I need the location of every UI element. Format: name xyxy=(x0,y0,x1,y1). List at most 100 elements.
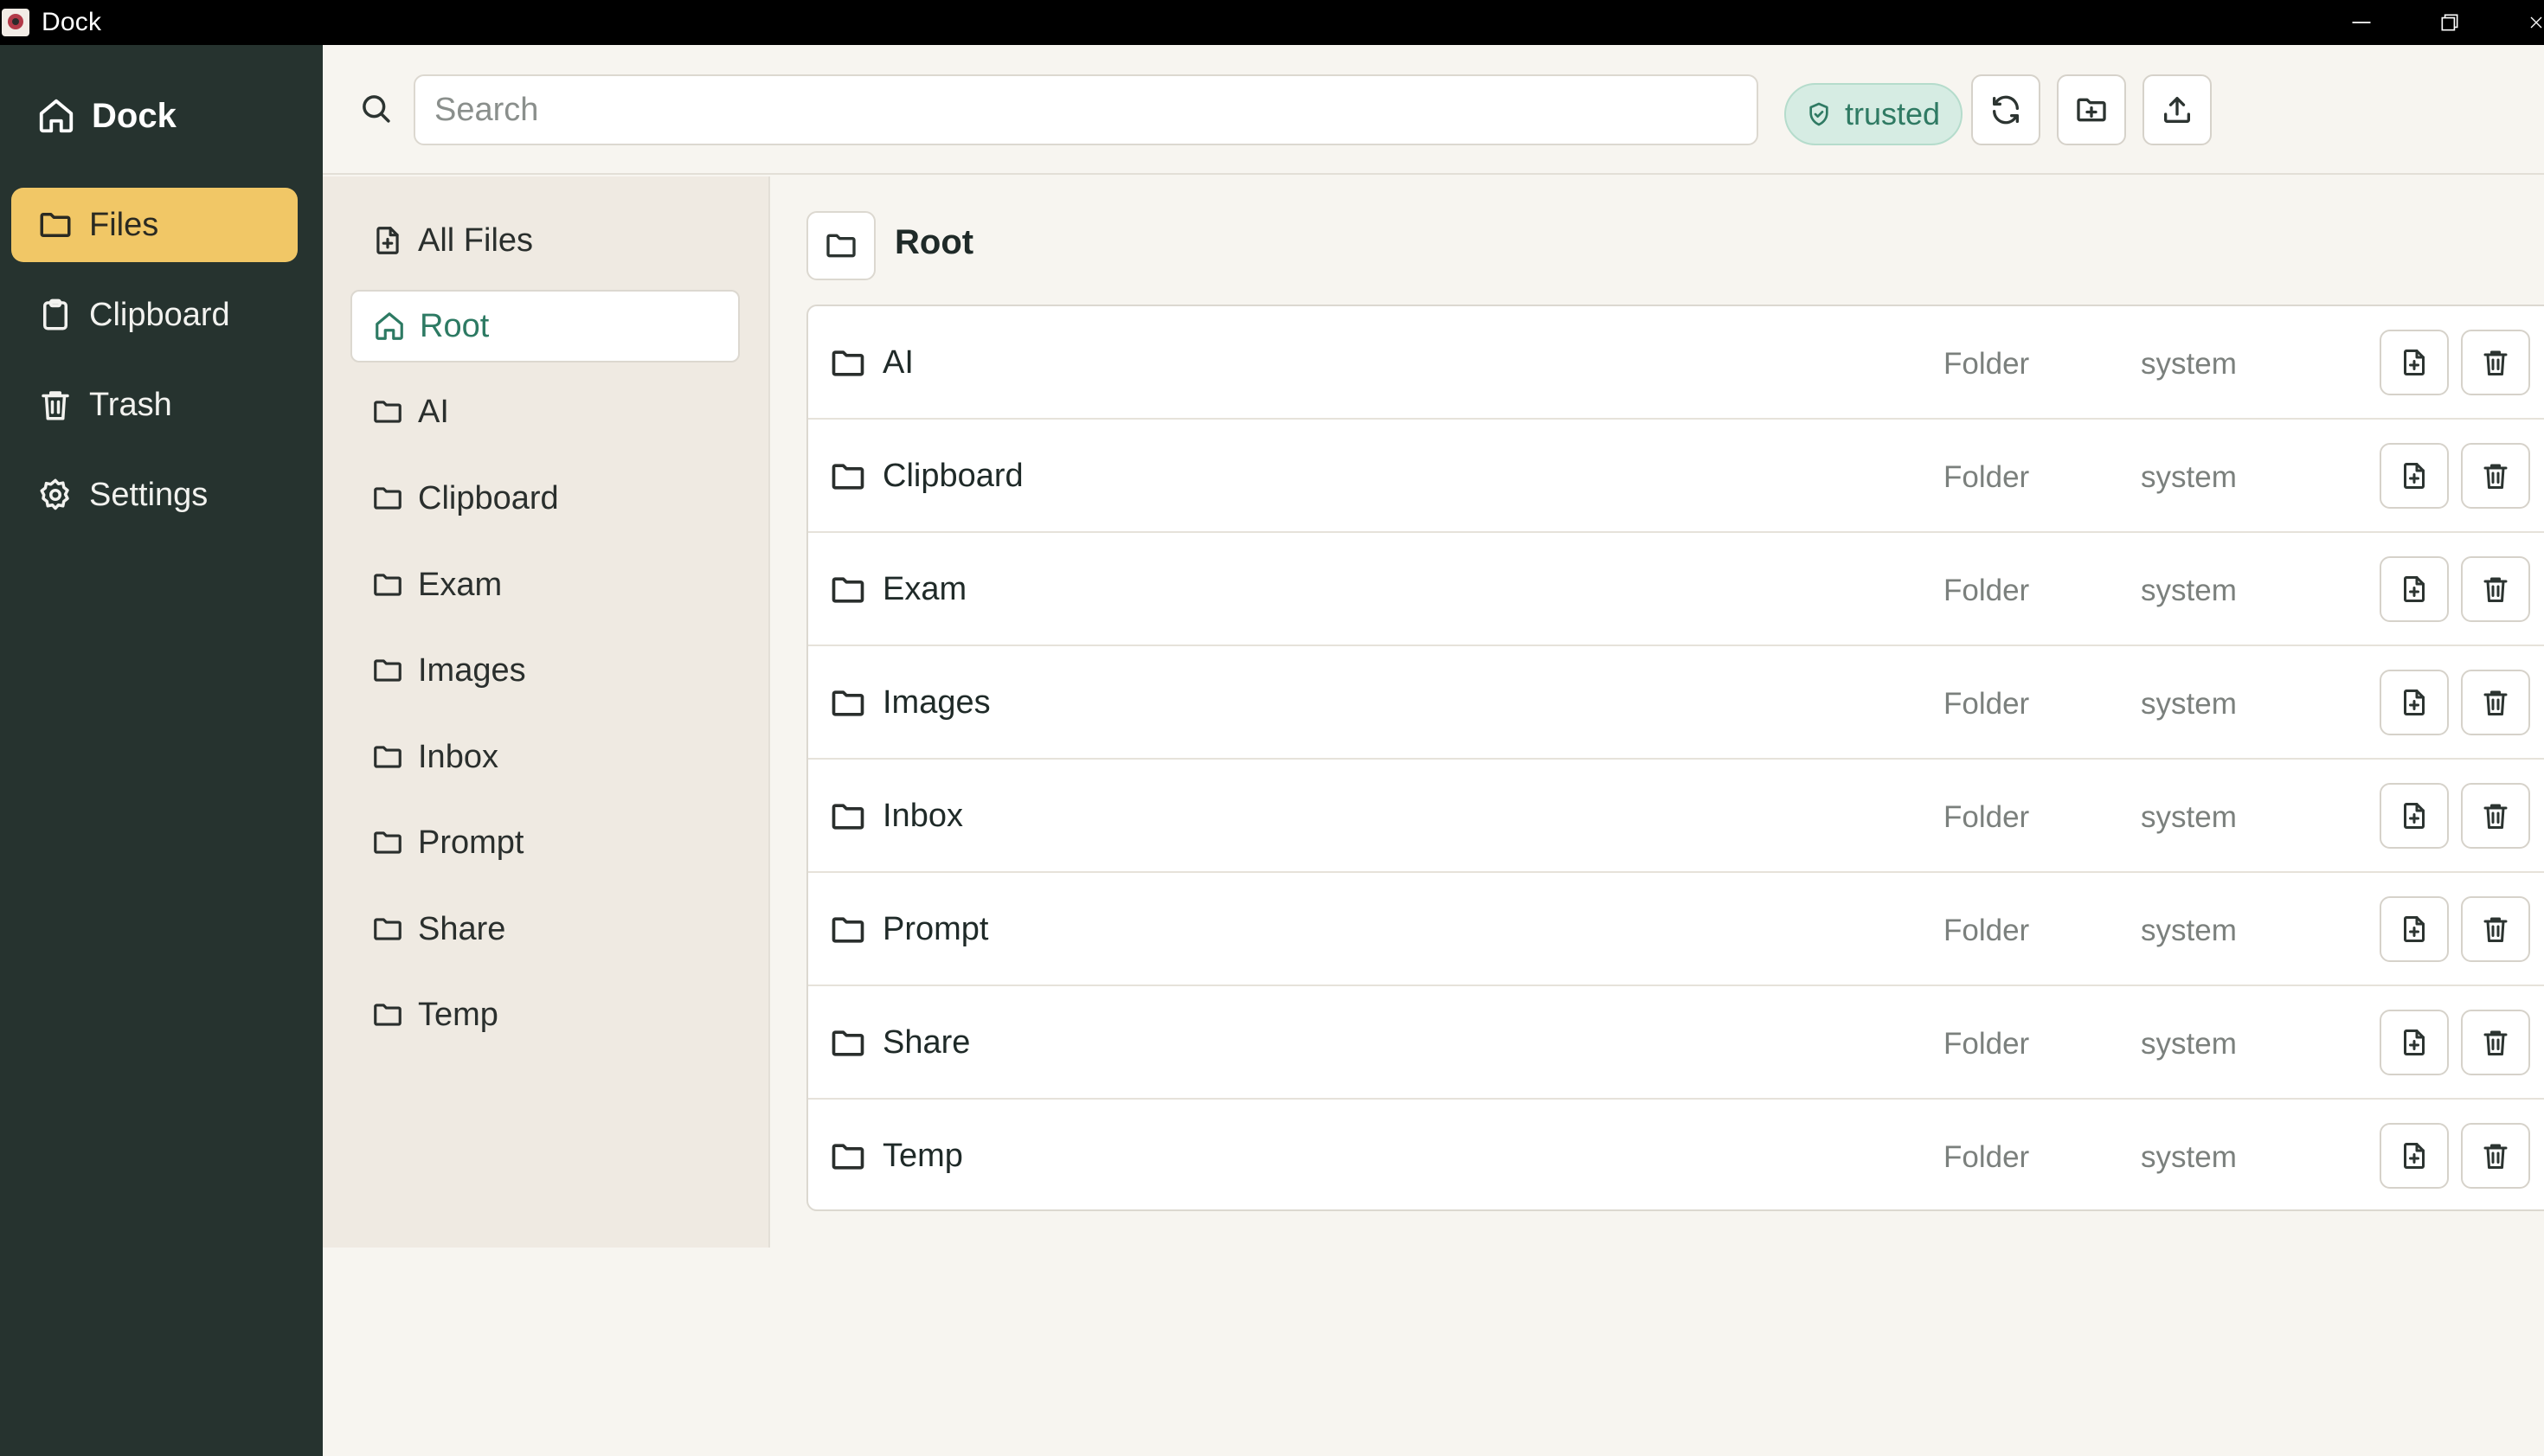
trash-icon xyxy=(2480,574,2511,605)
row-owner: system xyxy=(2141,1027,2237,1061)
folder-icon xyxy=(371,482,404,515)
title-bar: Dock xyxy=(0,0,2544,45)
table-row[interactable]: Prompt Folder system xyxy=(808,873,2544,986)
new-folder-button[interactable] xyxy=(2057,74,2126,145)
row-name[interactable]: Share xyxy=(883,1024,970,1062)
row-owner: system xyxy=(2141,1140,2237,1174)
row-type: Folder xyxy=(1943,914,2030,947)
restore-icon[interactable] xyxy=(2411,0,2489,45)
clipboard-icon xyxy=(37,297,74,333)
tree-item-label: Clipboard xyxy=(418,479,559,516)
row-name[interactable]: Images xyxy=(883,684,991,722)
home-icon xyxy=(373,310,406,343)
tree-item-clipboard[interactable]: Clipboard xyxy=(350,462,740,535)
delete-button[interactable] xyxy=(2461,896,2530,962)
table-row[interactable]: Share Folder system xyxy=(808,986,2544,1100)
brand-label: Dock xyxy=(92,96,177,135)
tree-item-label: Share xyxy=(418,910,506,947)
add-file-button[interactable] xyxy=(2380,783,2449,849)
nav-item-clipboard[interactable]: Clipboard xyxy=(11,278,298,352)
file-plus-icon xyxy=(2399,800,2430,831)
folder-icon xyxy=(371,395,404,428)
add-file-button[interactable] xyxy=(2380,443,2449,509)
trash-icon xyxy=(2480,687,2511,718)
folder-icon xyxy=(371,998,404,1031)
tree-item-share[interactable]: Share xyxy=(350,893,740,965)
tree-item-label: Prompt xyxy=(418,824,524,861)
brand[interactable]: Dock xyxy=(36,90,177,142)
delete-button[interactable] xyxy=(2461,1010,2530,1075)
row-owner: system xyxy=(2141,914,2237,947)
add-file-button[interactable] xyxy=(2380,1123,2449,1189)
close-icon[interactable] xyxy=(2496,0,2544,45)
row-type: Folder xyxy=(1943,687,2030,721)
trash-icon xyxy=(2480,1140,2511,1171)
nav-item-label: Clipboard xyxy=(89,296,230,333)
row-name[interactable]: Prompt xyxy=(883,911,988,948)
tree-item-root[interactable]: Root xyxy=(350,290,740,362)
row-type: Folder xyxy=(1943,347,2030,381)
tree-item-label: Temp xyxy=(418,996,498,1033)
current-folder-icon-box xyxy=(806,211,876,280)
tree-item-prompt[interactable]: Prompt xyxy=(350,806,740,879)
add-file-button[interactable] xyxy=(2380,556,2449,622)
trash-icon xyxy=(2480,800,2511,831)
delete-button[interactable] xyxy=(2461,556,2530,622)
row-name[interactable]: Clipboard xyxy=(883,458,1024,495)
row-name[interactable]: Temp xyxy=(883,1138,963,1175)
file-plus-icon xyxy=(371,224,404,257)
row-type: Folder xyxy=(1943,1027,2030,1061)
delete-button[interactable] xyxy=(2461,330,2530,395)
delete-button[interactable] xyxy=(2461,1123,2530,1189)
nav-item-trash[interactable]: Trash xyxy=(11,368,298,442)
tree-item-images[interactable]: Images xyxy=(350,634,740,707)
add-file-button[interactable] xyxy=(2380,1010,2449,1075)
table-row[interactable]: Inbox Folder system xyxy=(808,760,2544,873)
refresh-icon xyxy=(1988,93,2023,127)
minimize-icon[interactable] xyxy=(2322,0,2400,45)
nav-item-label: Settings xyxy=(89,476,209,513)
trash-icon xyxy=(2480,460,2511,491)
tree-item-temp[interactable]: Temp xyxy=(350,978,740,1051)
tree-item-label: Images xyxy=(418,651,526,689)
search-input[interactable] xyxy=(414,74,1758,145)
tree-item-all-files[interactable]: All Files xyxy=(350,204,740,277)
table-row[interactable]: Exam Folder system xyxy=(808,533,2544,646)
folder-icon xyxy=(371,568,404,601)
nav-item-settings[interactable]: Settings xyxy=(11,458,298,532)
file-plus-icon xyxy=(2399,687,2430,718)
tree-item-inbox[interactable]: Inbox xyxy=(350,721,740,793)
add-file-button[interactable] xyxy=(2380,330,2449,395)
row-name[interactable]: Exam xyxy=(883,571,967,608)
table-row[interactable]: Clipboard Folder system xyxy=(808,420,2544,533)
row-name[interactable]: Inbox xyxy=(883,798,963,835)
row-owner: system xyxy=(2141,460,2237,494)
app-logo-icon xyxy=(2,9,29,36)
delete-button[interactable] xyxy=(2461,443,2530,509)
row-type: Folder xyxy=(1943,800,2030,834)
table-row[interactable]: Temp Folder system xyxy=(808,1100,2544,1209)
row-owner: system xyxy=(2141,800,2237,834)
tree-item-ai[interactable]: AI xyxy=(350,375,740,448)
folder-icon xyxy=(371,741,404,773)
delete-button[interactable] xyxy=(2461,670,2530,735)
folder-icon xyxy=(829,1024,867,1062)
tree-item-label: Root xyxy=(420,307,490,344)
row-name[interactable]: AI xyxy=(883,344,914,382)
folder-icon xyxy=(829,344,867,382)
folder-icon xyxy=(829,571,867,609)
table-row[interactable]: AI Folder system xyxy=(808,306,2544,420)
row-owner: system xyxy=(2141,347,2237,381)
delete-button[interactable] xyxy=(2461,783,2530,849)
nav-item-label: Files xyxy=(89,206,159,243)
file-plus-icon xyxy=(2399,1140,2430,1171)
add-file-button[interactable] xyxy=(2380,896,2449,962)
folder-icon xyxy=(829,684,867,722)
table-row[interactable]: Images Folder system xyxy=(808,646,2544,760)
add-file-button[interactable] xyxy=(2380,670,2449,735)
nav-item-files[interactable]: Files xyxy=(11,188,298,262)
tree-item-exam[interactable]: Exam xyxy=(350,548,740,621)
tree-item-label: Exam xyxy=(418,566,503,603)
upload-button[interactable] xyxy=(2142,74,2212,145)
refresh-button[interactable] xyxy=(1971,74,2040,145)
